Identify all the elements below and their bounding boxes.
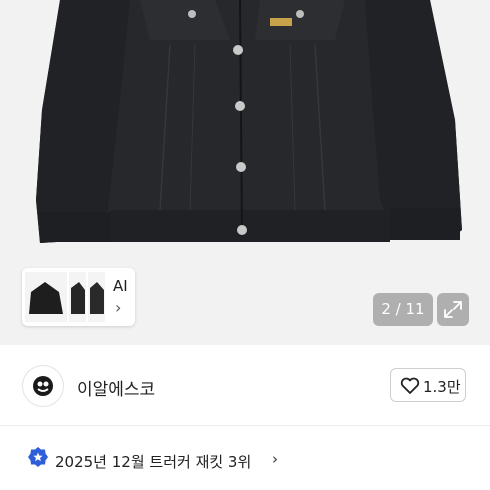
ranking-text[interactable]: 2025년 12월 트러커 재킷 3위 [55,451,251,472]
seller-name[interactable]: 이알에스코 [77,375,155,400]
chevron-right-icon: › [272,450,278,468]
seller-row[interactable]: 이알에스코 1.3만 [0,345,490,425]
badge-icon [28,447,48,467]
ai-label: AI [113,277,128,295]
expand-icon [444,301,462,318]
seller-logo-icon [33,376,53,396]
like-count: 1.3만 [423,378,461,396]
product-image-gallery[interactable]: AI › 2 / 11 [0,0,490,345]
image-counter: 2 / 11 [373,293,433,326]
thumbnail-images [25,272,105,322]
ranking-row[interactable]: 2025년 12월 트러커 재킷 3위 › [0,426,490,490]
chevron-right-icon: › [115,298,122,317]
like-button[interactable]: 1.3만 [390,368,466,402]
seller-avatar[interactable] [22,365,64,407]
expand-button[interactable] [437,293,469,326]
heart-icon [400,377,420,394]
